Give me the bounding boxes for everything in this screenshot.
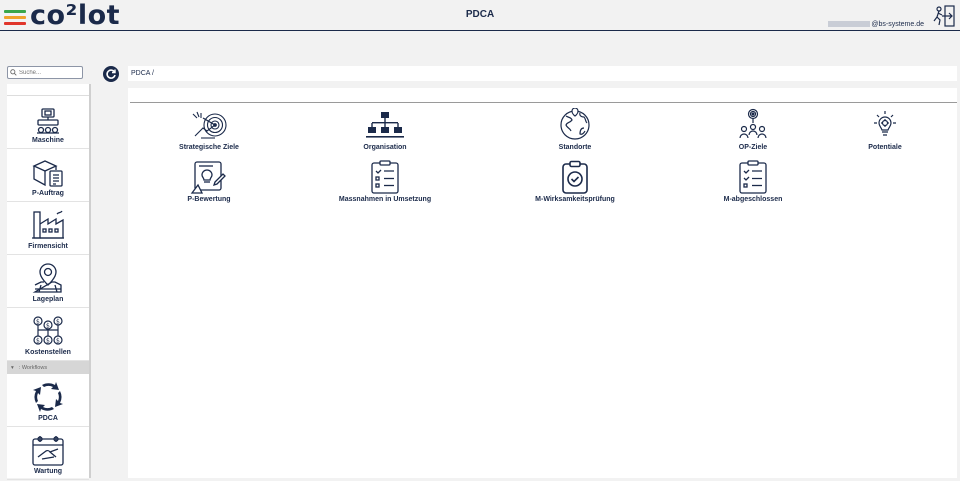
tile-label: Massnahmen in Umsetzung [338,196,432,203]
breadcrumb: PDCA / [128,66,957,81]
tile-m-wirksamkeitspruefung[interactable]: M-Wirksamkeitsprüfung [500,160,650,203]
team-target-icon [739,108,767,139]
clipboard-check-icon [562,160,588,194]
tile-label: Standorte [558,144,592,151]
cost-centers-icon: $ $ $ $ $ $ [33,316,63,345]
search-icon [10,69,17,76]
logout-icon [933,5,955,27]
sidebar-item-pdca[interactable]: PDCA [7,374,89,427]
tile-label: OP-Ziele [738,144,768,151]
tile-label: Organisation [363,144,407,151]
page-title: PDCA [465,9,495,20]
svg-text:$: $ [46,338,50,345]
sidebar-item-maschine[interactable]: Maschine [7,96,89,149]
tile-strategische-ziele[interactable]: Strategische Ziele [134,108,284,151]
user-email-domain: @bs-systeme.de [871,21,924,28]
search-input[interactable] [19,69,83,76]
maintenance-icon [32,436,64,466]
chevron-down-icon: ▾ [11,364,14,371]
sidebar-item-label: Lageplan [32,296,64,303]
sidebar-item-firmensicht[interactable]: Firmensicht [7,202,89,255]
location-map-icon [32,263,62,293]
workflows-group-label: : Workflows [18,364,48,371]
tile-potentiale[interactable]: Potentiale [810,108,960,151]
main-content: Strategische Ziele Organisation Standort… [128,88,957,478]
tile-massnahmen-in-umsetzung[interactable]: Massnahmen in Umsetzung [310,160,460,203]
factory-icon [32,210,64,239]
workflows-group-header[interactable]: ▾ : Workflows [7,361,89,374]
tile-standorte[interactable]: Standorte [500,108,650,151]
redacted-username [828,21,871,28]
sidebar-item-label: Maschine [32,137,64,144]
tile-label: P-Bewertung [187,196,231,203]
svg-text:$: $ [36,319,40,326]
tile-label: M-abgeschlossen [723,196,783,203]
logout-button[interactable] [932,4,956,28]
app-header: co²lot PDCA @bs-systeme.de [0,0,960,31]
tile-organisation[interactable]: Organisation [310,108,460,151]
tile-op-ziele[interactable]: OP-Ziele [678,108,828,151]
target-icon [192,111,227,139]
cycle-arrows-icon [33,382,63,412]
content-divider [130,102,957,103]
evaluation-icon [190,161,226,194]
search-box[interactable] [7,66,83,79]
sidebar-item-label: Wartung [33,468,63,475]
lightbulb-gear-icon [874,111,896,136]
org-chart-icon [366,112,404,138]
checklist-icon [371,160,399,194]
breadcrumb-item-pdca[interactable]: PDCA / [131,70,154,77]
sidebar-spacer [7,84,89,96]
globe-icon [560,108,590,140]
package-order-icon [32,160,63,187]
sidebar-item-label: PDCA [38,415,58,422]
sidebar-item-label: P-Auftrag [32,190,64,197]
tile-m-abgeschlossen[interactable]: M-abgeschlossen [678,160,828,203]
tile-p-bewertung[interactable]: P-Bewertung [134,160,284,203]
refresh-icon [106,69,116,79]
svg-text:$: $ [56,319,60,326]
refresh-button[interactable] [103,66,119,82]
sidebar-item-label: Firmensicht [28,243,68,250]
svg-text:$: $ [46,323,50,330]
sidebar-item-wartung[interactable]: Wartung [7,427,89,480]
svg-text:$: $ [56,338,60,345]
checklist-done-icon [739,160,767,194]
sidebar-item-p-auftrag[interactable]: P-Auftrag [7,149,89,202]
tile-label: Strategische Ziele [179,144,239,151]
tile-label: M-Wirksamkeitsprüfung [535,196,615,203]
sidebar-item-lageplan[interactable]: Lageplan [7,255,89,308]
machine-icon [37,108,59,134]
user-email: @bs-systeme.de [828,21,924,28]
tile-label: Potentiale [868,144,902,151]
svg-text:$: $ [36,338,40,345]
sidebar-item-label: Kostenstellen [25,349,71,356]
sidebar-item-kostenstellen[interactable]: $ $ $ $ $ $ Kostenstellen [7,308,89,361]
sidebar: Maschine P-Auftrag Firmensicht Lageplan … [7,84,91,480]
